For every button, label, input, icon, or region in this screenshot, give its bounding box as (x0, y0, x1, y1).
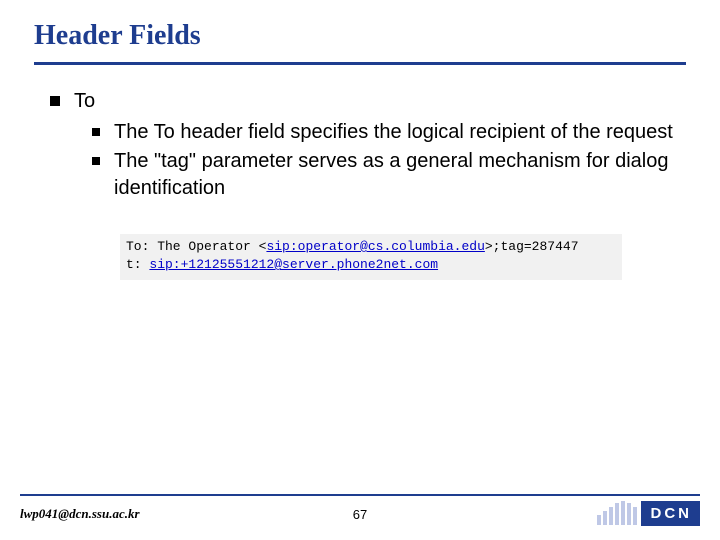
example-line-1-suffix: >;tag=287447 (485, 239, 579, 254)
bullet-to-desc: The To header field specifies the logica… (92, 119, 680, 146)
bullet-to-label: To (74, 90, 95, 112)
logo-bars-icon (597, 501, 637, 525)
example-line-1-link: sip:operator@cs.columbia.edu (266, 239, 484, 254)
example-line-2-prefix: t: (126, 257, 149, 272)
example-line-1: To: The Operator <sip:operator@cs.columb… (126, 238, 616, 256)
logo-text: DCN (641, 501, 701, 526)
example-line-2: t: sip:+12125551212@server.phone2net.com (126, 256, 616, 274)
title-underline (34, 62, 686, 65)
slide: Header Fields To The To header field spe… (0, 0, 720, 540)
footer-logo: DCN (597, 500, 701, 526)
example-box: To: The Operator <sip:operator@cs.columb… (120, 234, 622, 280)
example-line-2-link: sip:+12125551212@server.phone2net.com (149, 257, 438, 272)
bullet-to: To The To header field specifies the log… (50, 88, 680, 202)
slide-title: Header Fields (34, 20, 201, 52)
content-area: To The To header field specifies the log… (50, 88, 680, 206)
example-line-1-prefix: To: The Operator < (126, 239, 266, 254)
bullet-tag-desc: The "tag" parameter serves as a general … (92, 148, 680, 202)
footer-divider (20, 494, 700, 496)
